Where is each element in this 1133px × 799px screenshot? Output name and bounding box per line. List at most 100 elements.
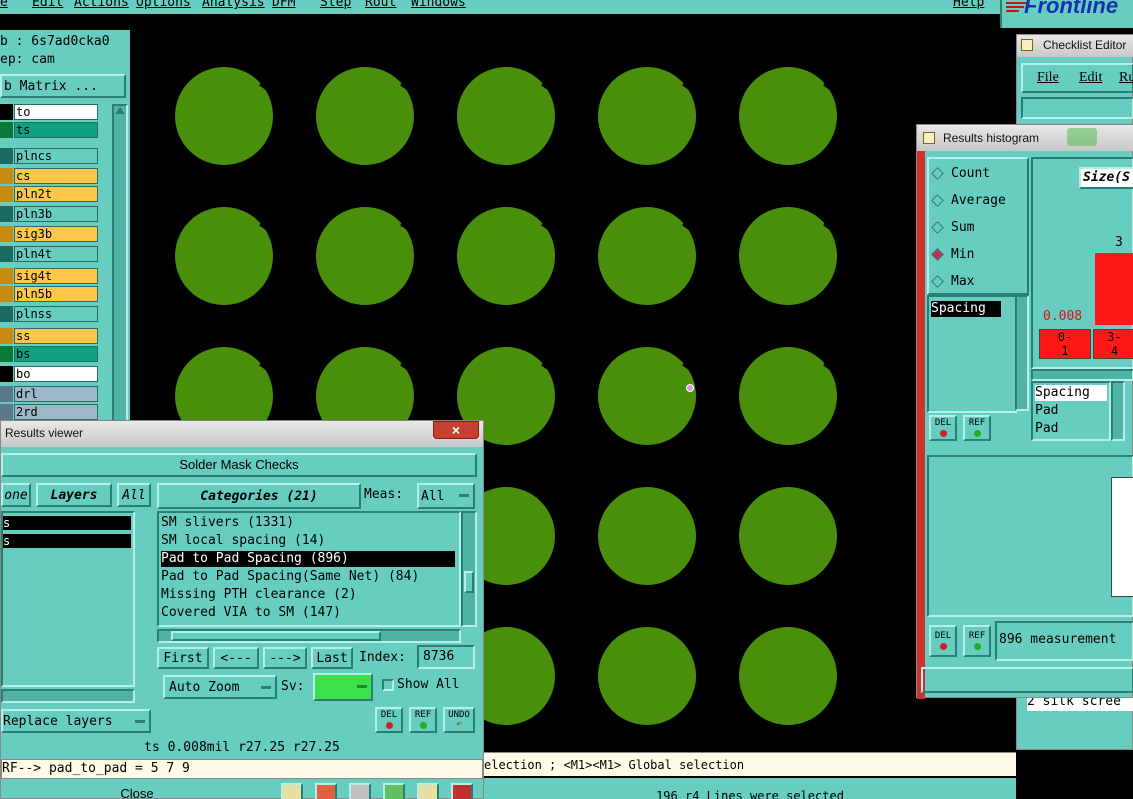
menu-step[interactable]: Step xyxy=(320,0,351,10)
layer-item[interactable]: drl xyxy=(14,386,98,402)
radio-icon[interactable] xyxy=(931,166,944,180)
layer-marker[interactable] xyxy=(0,386,13,402)
layer-list-item[interactable]: s xyxy=(3,534,131,548)
first-button[interactable]: First xyxy=(157,647,209,669)
show-all-checkbox[interactable] xyxy=(382,679,394,691)
layer-item[interactable]: cs xyxy=(14,168,98,184)
layer-marker[interactable] xyxy=(0,366,13,382)
results-viewer-titlebar[interactable]: Results viewer × xyxy=(1,421,483,447)
layer-item[interactable]: ts xyxy=(14,122,98,138)
category-item[interactable]: Pad to Pad Spacing(Same Net) (84) xyxy=(161,569,455,585)
none-button[interactable]: one xyxy=(1,483,31,507)
index-input[interactable]: 8736 xyxy=(417,645,475,669)
close-window-button[interactable]: × xyxy=(433,421,479,439)
copper-pad[interactable] xyxy=(598,487,696,585)
layer-item[interactable]: 2rd xyxy=(14,404,98,420)
field-list-item[interactable]: Spacing xyxy=(931,301,1001,317)
layer-item[interactable]: bo xyxy=(14,366,98,382)
toolbar-tool-icon[interactable] xyxy=(349,783,371,799)
layer-item[interactable]: plncs xyxy=(14,148,98,164)
field-list-scrollbar[interactable] xyxy=(1015,295,1029,411)
category-item[interactable]: SM local spacing (14) xyxy=(161,533,455,549)
toolbar-tool-icon[interactable] xyxy=(451,783,473,799)
del-button[interactable]: DEL xyxy=(375,707,403,733)
field-list[interactable]: Spacing xyxy=(927,295,1017,413)
auto-zoom-dropdown[interactable]: Auto Zoom xyxy=(163,675,277,699)
bin-0[interactable]: 0- 1 xyxy=(1039,329,1091,359)
layer-item[interactable]: pln5b xyxy=(14,286,98,302)
layer-marker[interactable] xyxy=(0,104,13,120)
layer-item[interactable]: plnss xyxy=(14,306,98,322)
toolbar-tool-icon[interactable] xyxy=(315,783,337,799)
result-list-item[interactable]: Pad xyxy=(1035,421,1058,437)
histogram-titlebar[interactable]: Results histogram xyxy=(917,125,1133,151)
toolbar-tool-icon[interactable] xyxy=(281,783,303,799)
hist-ref-button-2[interactable]: REF xyxy=(963,625,991,657)
radio-icon[interactable] xyxy=(931,220,944,234)
hist-del-button[interactable]: DEL xyxy=(929,415,957,441)
undo-button[interactable]: UNDO ↶ xyxy=(443,707,475,733)
result-list-scrollbar[interactable] xyxy=(1111,381,1125,441)
copper-pad[interactable] xyxy=(739,487,837,585)
ce-menu-edit[interactable]: Edit xyxy=(1079,70,1102,86)
result-list-item[interactable]: Spacing xyxy=(1035,385,1107,401)
meas-dropdown[interactable]: All xyxy=(417,483,475,509)
replace-layers-dropdown[interactable]: Replace layers xyxy=(1,709,151,733)
sv-color-dropdown[interactable] xyxy=(313,673,373,701)
radio-icon[interactable] xyxy=(931,274,944,288)
copper-pad[interactable] xyxy=(739,347,845,445)
radio-selected-icon[interactable] xyxy=(931,247,944,261)
copper-pad[interactable] xyxy=(316,67,422,165)
categories-list[interactable]: SM slivers (1331) SM local spacing (14) Pa… xyxy=(157,511,461,627)
copper-pad[interactable] xyxy=(739,207,845,305)
layer-item[interactable]: pln3b xyxy=(14,206,98,222)
category-item[interactable]: Covered VIA to SM (147) xyxy=(161,605,455,621)
menu-edit[interactable]: Edit xyxy=(32,0,63,10)
matrix-button[interactable]: b Matrix ... xyxy=(0,74,126,98)
categories-vscrollbar[interactable] xyxy=(461,511,477,627)
chart-hscrollbar[interactable] xyxy=(1031,369,1133,381)
toolbar-tool-icon[interactable] xyxy=(383,783,405,799)
layer-marker[interactable] xyxy=(0,246,13,262)
hist-ref-button[interactable]: REF xyxy=(963,415,991,441)
layer-marker[interactable] xyxy=(0,122,13,138)
menu-dfm[interactable]: DFM xyxy=(272,0,295,10)
layer-marker[interactable] xyxy=(0,268,13,284)
layers-hscrollbar[interactable] xyxy=(1,689,135,703)
layer-marker[interactable] xyxy=(0,328,13,344)
menu-file[interactable]: e xyxy=(0,0,8,10)
menu-actions[interactable]: Actions xyxy=(74,0,129,10)
layer-marker[interactable] xyxy=(0,404,13,420)
histogram-bar[interactable] xyxy=(1095,253,1133,325)
prev-button[interactable]: <--- xyxy=(213,647,259,669)
hist-del-button-2[interactable]: DEL xyxy=(929,625,957,657)
copper-pad[interactable] xyxy=(739,67,845,165)
layer-marker[interactable] xyxy=(0,148,13,164)
stat-option-average[interactable]: Average xyxy=(931,190,1006,210)
category-item[interactable]: SM slivers (1331) xyxy=(161,515,455,531)
layer-marker[interactable] xyxy=(0,286,13,302)
result-list[interactable]: Spacing Pad Pad xyxy=(1031,381,1111,441)
layer-marker[interactable] xyxy=(0,226,13,242)
all-layers-button[interactable]: All xyxy=(117,483,151,507)
layer-marker[interactable] xyxy=(0,206,13,222)
layer-item[interactable]: pln4t xyxy=(14,246,98,262)
copper-pad[interactable] xyxy=(316,207,422,305)
layer-marker[interactable] xyxy=(0,346,13,362)
layer-marker[interactable] xyxy=(0,306,13,322)
menu-rout[interactable]: Rout xyxy=(365,0,396,10)
radio-icon[interactable] xyxy=(931,193,944,207)
menu-analysis[interactable]: Analysis xyxy=(202,0,265,10)
layer-list-scrollbar[interactable] xyxy=(112,104,128,434)
layer-item[interactable]: sig4t xyxy=(14,268,98,284)
toolbar-tool-icon[interactable] xyxy=(417,783,439,799)
layer-marker[interactable] xyxy=(0,168,13,184)
scroll-thumb[interactable] xyxy=(464,571,474,593)
ce-menu-run[interactable]: Ru xyxy=(1119,70,1133,86)
layer-item[interactable]: ss xyxy=(14,328,98,344)
copper-pad[interactable] xyxy=(175,67,281,165)
next-button[interactable]: ---> xyxy=(263,647,307,669)
hscroll-thumb[interactable] xyxy=(171,631,381,641)
copper-pad[interactable] xyxy=(598,67,704,165)
menu-help[interactable]: Help xyxy=(953,0,984,10)
